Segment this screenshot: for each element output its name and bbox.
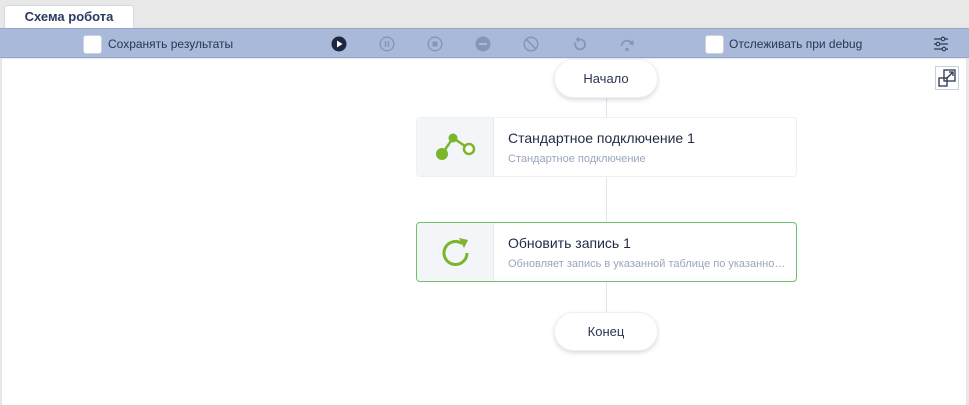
toolbar: Сохранять результаты Отслеживать при deb… [0, 28, 969, 58]
expand-button[interactable] [935, 66, 959, 90]
node-icon-box [417, 223, 494, 281]
node-title: Обновить запись 1 [508, 235, 631, 251]
node-icon-box [417, 118, 494, 176]
tab-robot-scheme[interactable]: Схема робота [4, 5, 134, 28]
save-results-label: Сохранять результаты [108, 37, 234, 51]
minus-circle-icon[interactable] [475, 36, 491, 52]
end-node[interactable]: Конец [554, 312, 658, 351]
tab-bar: Схема робота [0, 0, 969, 28]
cancel-icon[interactable] [523, 36, 539, 52]
refresh-icon [442, 238, 469, 266]
flow-node-update-record[interactable]: Обновить запись 1 Обновляет запись в ука… [416, 222, 797, 282]
undo-icon[interactable] [571, 36, 587, 52]
node-title: Стандартное подключение 1 [508, 130, 695, 146]
debug-track-label: Отслеживать при debug [729, 37, 863, 51]
redo-icon[interactable] [619, 36, 635, 52]
expand-icon [938, 69, 956, 87]
debug-track-checkbox[interactable] [705, 35, 724, 54]
node-subtitle: Обновляет запись в указанной таблице по … [508, 258, 788, 270]
save-results-checkbox[interactable] [83, 35, 102, 54]
stop-icon[interactable] [427, 36, 443, 52]
play-icon[interactable] [331, 36, 347, 52]
settings-sliders-icon[interactable] [933, 36, 949, 52]
node-subtitle: Стандартное подключение [508, 153, 646, 165]
connection-icon [436, 133, 476, 160]
pause-icon[interactable] [379, 36, 395, 52]
start-node[interactable]: Начало [554, 59, 658, 98]
flow-node-standard-connection[interactable]: Стандартное подключение 1 Стандартное по… [416, 117, 797, 177]
